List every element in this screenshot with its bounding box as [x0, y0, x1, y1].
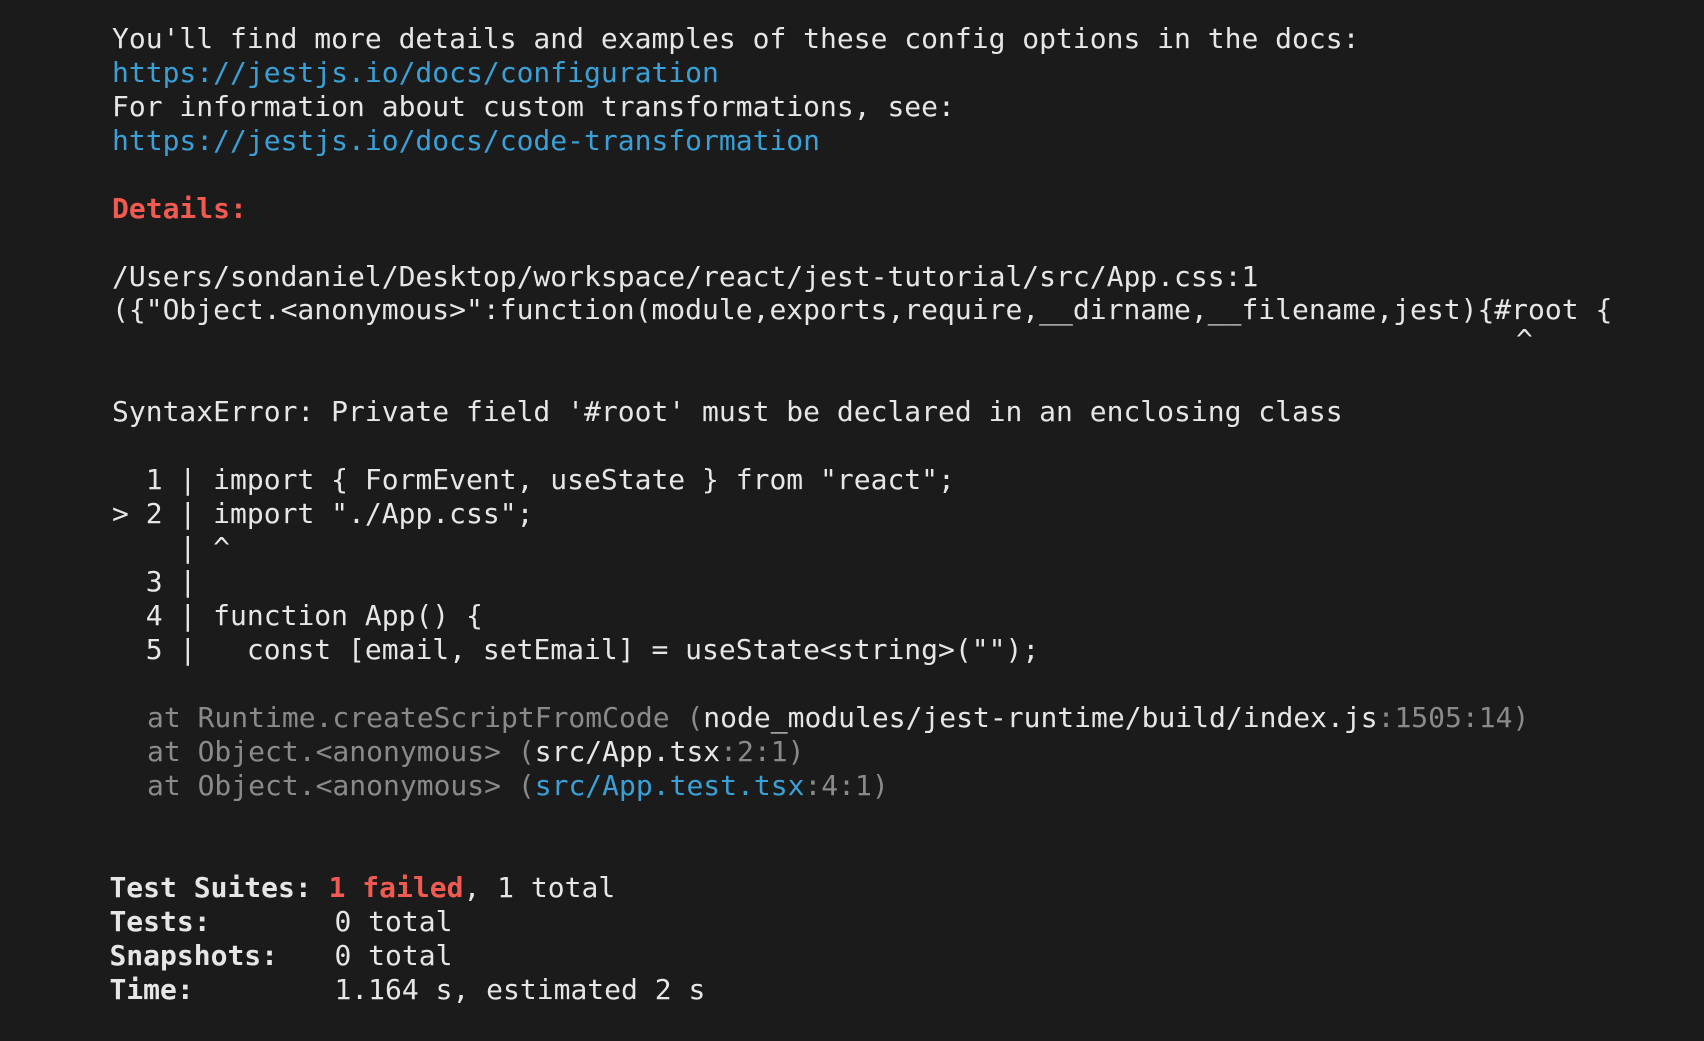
code-frame-code: const [email, setEmail] = useState<strin…	[213, 633, 1040, 666]
stack-frame-file: src/App.tsx	[534, 735, 721, 768]
wrapper-caret: ^	[1516, 323, 1533, 356]
error-file-path: /Users/sondaniel/Desktop/workspace/react…	[112, 260, 1259, 293]
transform-intro-text: For information about custom transformat…	[112, 90, 955, 123]
stack-frame: at Object.<anonymous> (src/App.test.tsx:…	[147, 769, 889, 803]
code-frame-code: function App() {	[213, 599, 483, 632]
code-frame-line-number: 5	[145, 633, 163, 666]
code-frame-line: | ^	[112, 531, 230, 565]
code-frame-line-number: 1	[145, 463, 163, 496]
code-frame-gutter: |	[162, 565, 214, 598]
code-frame-line: 1 | import { FormEvent, useState } from …	[112, 463, 955, 497]
code-frame-code: import "./App.css";	[213, 497, 534, 530]
code-frame-gutter: |	[162, 531, 214, 564]
summary-suites-row: Test Suites: 1 failed, 1 total	[42, 837, 615, 904]
wrapper-code-line: ({"Object.<anonymous>":function(module,e…	[112, 293, 1613, 326]
terminal-output[interactable]: You'll find more details and examples of…	[0, 0, 1704, 1006]
code-frame-code: import { FormEvent, useState } from "rea…	[213, 463, 955, 496]
code-frame-line-number	[146, 531, 163, 564]
code-frame-marker: >	[112, 497, 146, 530]
stack-frame: at Object.<anonymous> (src/App.tsx:2:1)	[147, 735, 804, 769]
docs-config-link[interactable]: https://jestjs.io/docs/configuration	[112, 56, 719, 90]
code-frame-line: > 2 | import "./App.css";	[112, 497, 533, 531]
code-frame-line: 5 | const [email, setEmail] = useState<s…	[112, 633, 1039, 667]
summary-snapshots-row: Snapshots: 0 total	[42, 905, 452, 972]
code-frame-line-number: 2	[145, 497, 163, 530]
time-label: Time:	[109, 973, 194, 1006]
code-frame-line: 4 | function App() {	[112, 599, 483, 633]
stack-frame-file[interactable]: src/App.test.tsx	[535, 769, 805, 802]
docs-intro-text: You'll find more details and examples of…	[112, 22, 1360, 55]
code-frame-line: 3 |	[112, 565, 213, 599]
summary-tests-row: Tests: 0 total	[42, 871, 452, 938]
code-frame-marker	[112, 633, 146, 666]
stack-frame-position: :2:1)	[720, 735, 805, 768]
stack-frame-file: node_modules/jest-runtime/build/index.js	[703, 701, 1378, 734]
stack-frame-caller: at Object.<anonymous> (	[147, 769, 535, 802]
summary-time-row: Time: 1.164 s, estimated 2 s	[42, 939, 705, 1006]
stack-frame-position: :4:1)	[804, 769, 889, 802]
code-frame-line-number: 4	[145, 599, 163, 632]
stack-frame-caller: at Object.<anonymous> (	[147, 735, 535, 768]
code-frame-gutter: |	[162, 463, 214, 496]
suites-total: , 1 total	[463, 871, 616, 904]
details-heading: Details:	[112, 192, 247, 225]
docs-transform-link[interactable]: https://jestjs.io/docs/code-transformati…	[112, 124, 820, 158]
stack-frame-position: :1505:14)	[1377, 701, 1530, 734]
stack-frame: at Runtime.createScriptFromCode (node_mo…	[147, 701, 1529, 735]
code-frame-marker	[112, 463, 146, 496]
syntax-error-message: SyntaxError: Private field '#root' must …	[112, 395, 1343, 428]
stack-frame-caller: at Runtime.createScriptFromCode (	[147, 701, 704, 734]
code-frame-gutter: |	[162, 633, 214, 666]
code-frame-code: ^	[213, 531, 231, 564]
code-frame-marker	[112, 531, 146, 564]
code-frame-marker	[112, 599, 146, 632]
code-frame-line-number: 3	[145, 565, 163, 598]
code-frame-gutter: |	[162, 497, 214, 530]
code-frame-gutter: |	[162, 599, 214, 632]
code-frame-marker	[112, 565, 146, 598]
